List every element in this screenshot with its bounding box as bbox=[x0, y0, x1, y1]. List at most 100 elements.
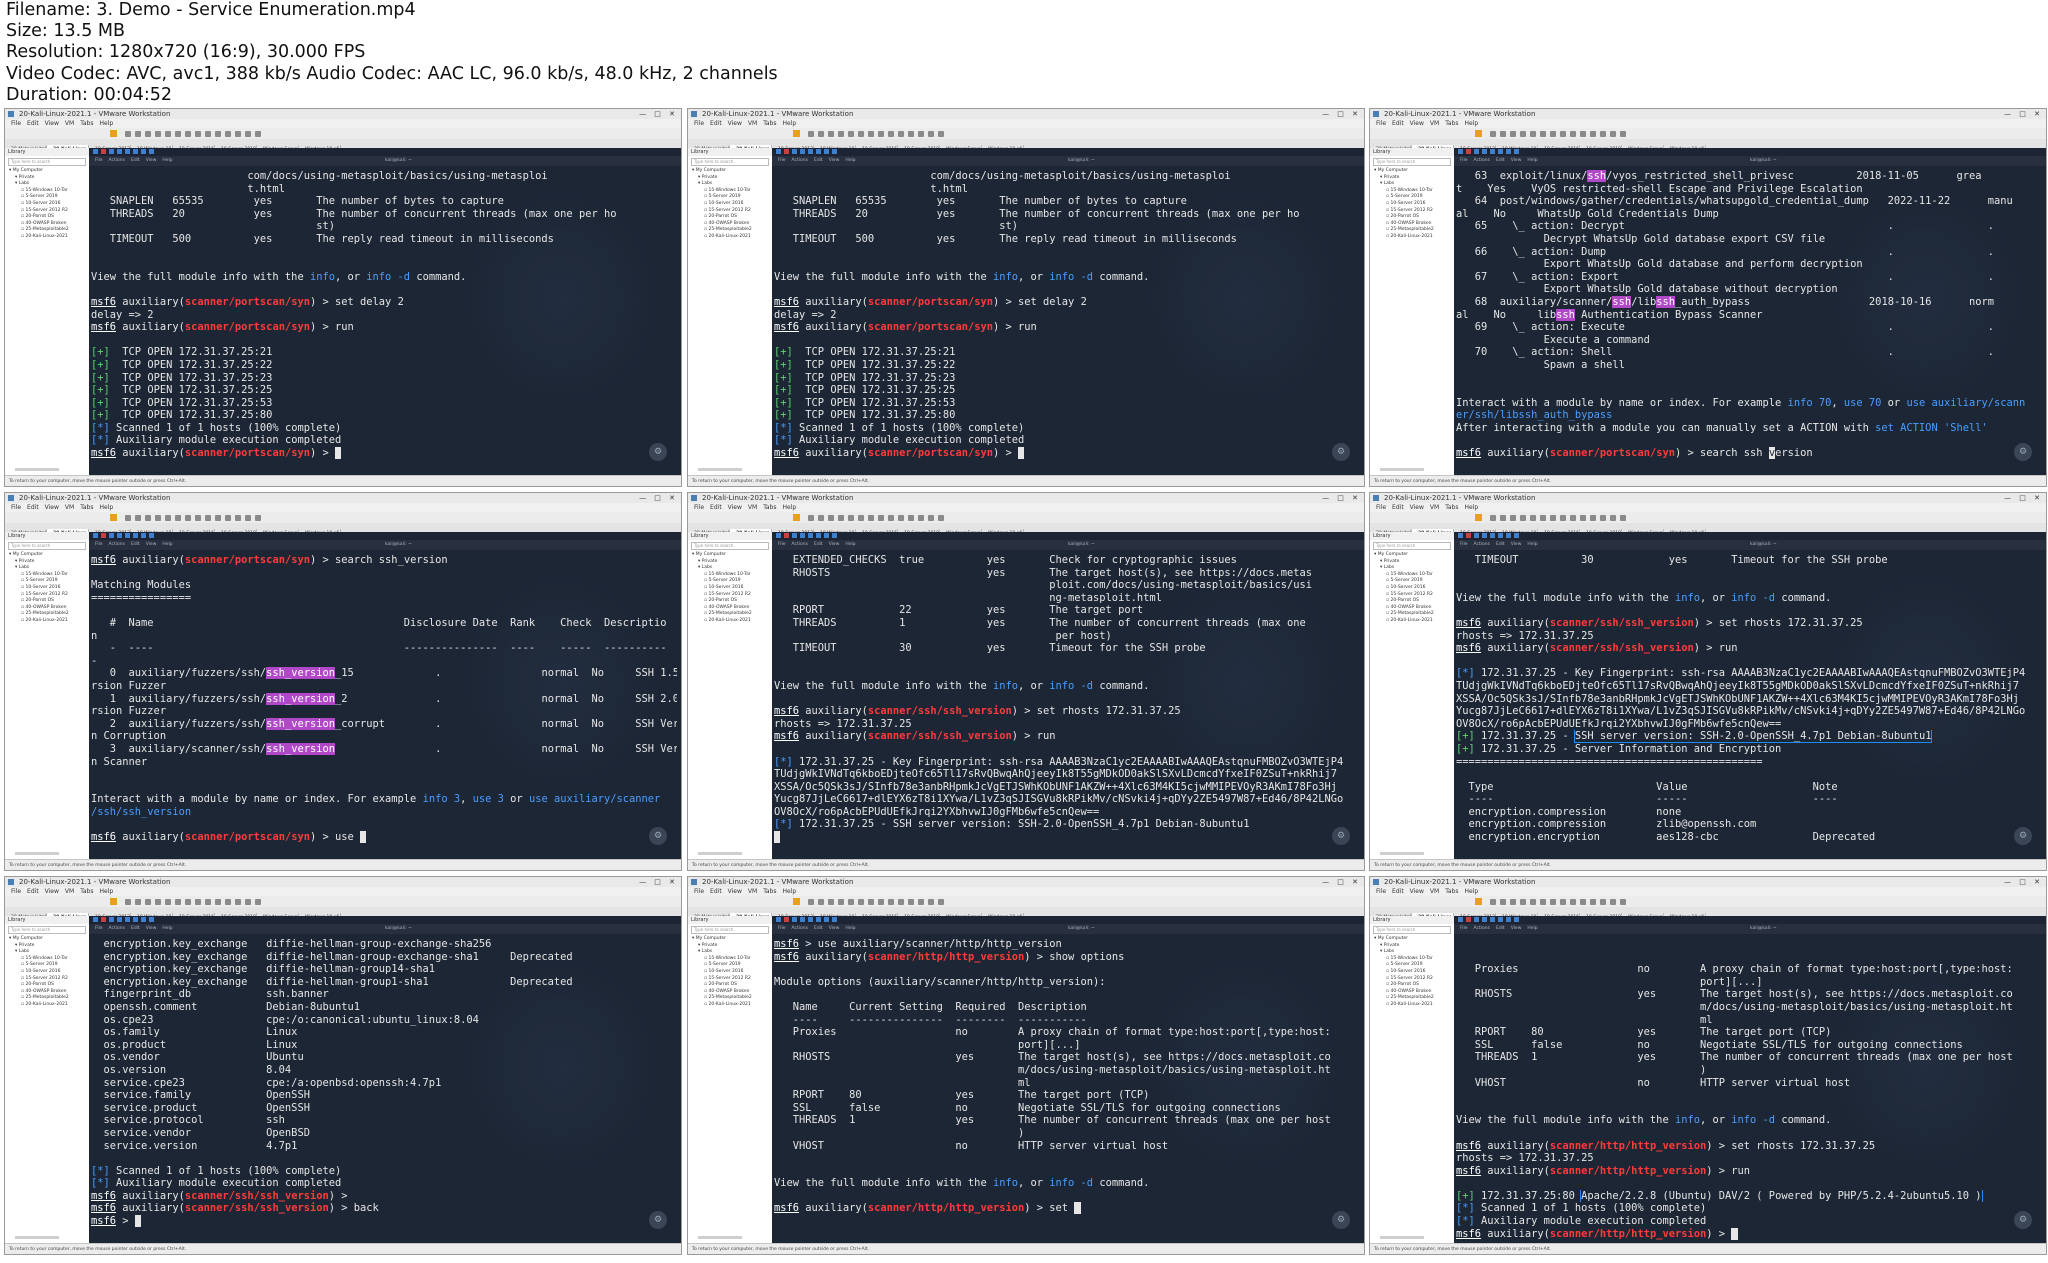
terminal-menu-item[interactable]: File bbox=[778, 926, 786, 931]
terminal-menu-item[interactable]: File bbox=[95, 542, 103, 547]
menu-item[interactable]: Help bbox=[1465, 888, 1479, 895]
menu-item[interactable]: Help bbox=[100, 504, 114, 511]
toolbar-icon[interactable] bbox=[878, 131, 884, 137]
library-tree-item[interactable]: ▫ 25-Metasploitable2 bbox=[1370, 995, 1454, 1002]
library-tree-item[interactable]: ▾ Labs bbox=[688, 181, 772, 188]
library-tree-item[interactable]: ▫ 10-Server 2016 bbox=[5, 969, 89, 976]
library-tree-item[interactable]: ▾ Labs bbox=[1370, 565, 1454, 572]
toolbar-icon[interactable] bbox=[1530, 131, 1536, 137]
toolbar-icon[interactable] bbox=[135, 131, 141, 137]
kali-panel-icon[interactable] bbox=[109, 917, 114, 922]
menu-item[interactable]: VM bbox=[65, 504, 74, 511]
terminal-output[interactable]: com/docs/using-metasploit/basics/using-m… bbox=[774, 170, 1360, 475]
toolbar-icon[interactable] bbox=[898, 515, 904, 521]
toolbar-icon[interactable] bbox=[918, 515, 924, 521]
terminal-menu-item[interactable]: View bbox=[829, 926, 840, 931]
terminal-output[interactable]: EXTENDED_CHECKS true yes Check for crypt… bbox=[774, 554, 1360, 859]
terminal-menu-item[interactable]: Actions bbox=[1474, 158, 1490, 163]
menu-item[interactable]: VM bbox=[65, 120, 74, 127]
terminal-menu-item[interactable]: Actions bbox=[109, 926, 125, 931]
toolbar-icon[interactable] bbox=[175, 515, 181, 521]
menu-item[interactable]: File bbox=[694, 504, 704, 511]
library-tree-item[interactable]: ▾ My Computer bbox=[688, 168, 772, 175]
kali-panel-icon[interactable] bbox=[1474, 533, 1479, 538]
kali-panel-icon[interactable] bbox=[1482, 917, 1487, 922]
toolbar-icon[interactable] bbox=[1540, 515, 1546, 521]
toolbar-icon[interactable] bbox=[1580, 515, 1586, 521]
toolbar-icon[interactable] bbox=[1570, 131, 1576, 137]
library-search-input[interactable]: Type here to search bbox=[1373, 542, 1451, 550]
terminal-menu-item[interactable]: Actions bbox=[109, 158, 125, 163]
terminal-menu-item[interactable]: Help bbox=[1527, 926, 1537, 931]
kali-panel-icon[interactable] bbox=[101, 917, 106, 922]
toolbar-icon[interactable] bbox=[255, 899, 261, 905]
kali-panel-icon[interactable] bbox=[133, 149, 138, 154]
terminal-menu-item[interactable]: View bbox=[146, 542, 157, 547]
kali-panel-icon[interactable] bbox=[808, 533, 813, 538]
toolbar-icon[interactable] bbox=[255, 131, 261, 137]
kali-panel-icon[interactable] bbox=[125, 533, 130, 538]
pause-icon[interactable] bbox=[1475, 514, 1482, 521]
toolbar-icon[interactable] bbox=[888, 131, 894, 137]
library-tree-item[interactable]: ▫ 20-Parrot OS bbox=[5, 982, 89, 989]
toolbar-icon[interactable] bbox=[155, 899, 161, 905]
menu-item[interactable]: File bbox=[11, 888, 21, 895]
library-scrollbar[interactable] bbox=[698, 1236, 742, 1239]
toolbar-icon[interactable] bbox=[1550, 131, 1556, 137]
kali-panel-icon[interactable] bbox=[824, 149, 829, 154]
menu-item[interactable]: Tabs bbox=[1445, 120, 1458, 127]
menu-item[interactable]: File bbox=[694, 888, 704, 895]
terminal-menu-item[interactable]: Actions bbox=[1474, 542, 1490, 547]
terminal-output[interactable]: TIMEOUT 30 yes Timeout for the SSH probe… bbox=[1456, 554, 2042, 859]
toolbar-icon[interactable] bbox=[1510, 131, 1516, 137]
terminal-menu-item[interactable]: File bbox=[1460, 926, 1468, 931]
kali-panel-icon[interactable] bbox=[1498, 917, 1503, 922]
kali-panel-icon[interactable] bbox=[141, 533, 146, 538]
kali-panel-icon[interactable] bbox=[1458, 533, 1463, 538]
library-tree-item[interactable]: ▫ 20-Kali-Linux-2021 bbox=[688, 1002, 772, 1009]
menu-item[interactable]: Edit bbox=[1392, 504, 1404, 511]
terminal-menu-item[interactable]: Edit bbox=[814, 158, 823, 163]
kali-panel-icon[interactable] bbox=[1458, 149, 1463, 154]
toolbar-icon[interactable] bbox=[125, 131, 131, 137]
terminal-menu-item[interactable]: Actions bbox=[792, 926, 808, 931]
kali-panel-icon[interactable] bbox=[141, 149, 146, 154]
menu-item[interactable]: Tabs bbox=[80, 504, 93, 511]
toolbar-icon[interactable] bbox=[918, 899, 924, 905]
library-tree-item[interactable]: ▾ Labs bbox=[1370, 181, 1454, 188]
toolbar-icon[interactable] bbox=[938, 131, 944, 137]
library-tree-item[interactable]: ▫ 20-Kali-Linux-2021 bbox=[5, 618, 89, 625]
kali-panel-icon[interactable] bbox=[824, 917, 829, 922]
menu-item[interactable]: VM bbox=[748, 504, 757, 511]
library-tree-item[interactable]: ▫ 10-Server 2016 bbox=[1370, 585, 1454, 592]
library-tree-item[interactable]: ▾ My Computer bbox=[5, 168, 89, 175]
kali-panel-icon[interactable] bbox=[1490, 149, 1495, 154]
kali-panel-icon[interactable] bbox=[93, 917, 98, 922]
window-controls-icon[interactable]: — □ ✕ bbox=[639, 877, 678, 887]
terminal-menu-item[interactable]: File bbox=[778, 158, 786, 163]
kali-panel-icon[interactable] bbox=[808, 917, 813, 922]
terminal-menu-item[interactable]: View bbox=[146, 158, 157, 163]
menu-item[interactable]: Help bbox=[100, 888, 114, 895]
toolbar-icon[interactable] bbox=[828, 899, 834, 905]
terminal-menu-item[interactable]: Help bbox=[162, 158, 172, 163]
toolbar-icon[interactable] bbox=[1620, 515, 1626, 521]
terminal-output[interactable]: msf6 > use auxiliary/scanner/http/http_v… bbox=[774, 938, 1360, 1243]
toolbar-icon[interactable] bbox=[928, 515, 934, 521]
toolbar-icon[interactable] bbox=[888, 899, 894, 905]
toolbar-icon[interactable] bbox=[1610, 899, 1616, 905]
kali-panel-icon[interactable] bbox=[800, 533, 805, 538]
kali-panel-icon[interactable] bbox=[93, 533, 98, 538]
library-tree-item[interactable]: ▫ 10-Server 2016 bbox=[5, 201, 89, 208]
toolbar-icon[interactable] bbox=[1570, 515, 1576, 521]
toolbar-icon[interactable] bbox=[1540, 899, 1546, 905]
toolbar-icon[interactable] bbox=[838, 515, 844, 521]
kali-panel-icon[interactable] bbox=[816, 149, 821, 154]
toolbar-icon[interactable] bbox=[878, 899, 884, 905]
kali-panel-icon[interactable] bbox=[149, 917, 154, 922]
terminal-menu-item[interactable]: Help bbox=[845, 926, 855, 931]
menu-item[interactable]: Help bbox=[1465, 120, 1479, 127]
kali-panel-icon[interactable] bbox=[784, 149, 789, 154]
toolbar-icon[interactable] bbox=[1490, 131, 1496, 137]
toolbar-icon[interactable] bbox=[145, 899, 151, 905]
